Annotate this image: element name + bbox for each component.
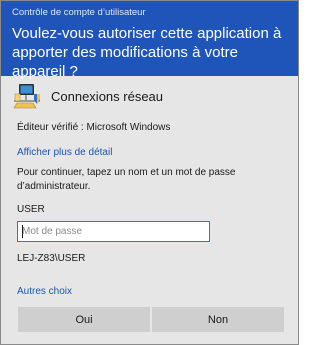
domain-user-label: LEJ-Z83\USER — [17, 253, 86, 264]
no-button[interactable]: Non — [152, 307, 284, 332]
yes-button[interactable]: Oui — [18, 307, 150, 332]
window-title: Contrôle de compte d’utilisateur — [12, 7, 146, 18]
publisher-info: Éditeur vérifié : Microsoft Windows — [17, 122, 171, 133]
show-details-link[interactable]: Afficher plus de détail — [17, 147, 112, 158]
uac-dialog: Contrôle de compte d’utilisateur Voulez-… — [0, 0, 299, 345]
text-caret — [22, 225, 23, 238]
user-name-label: USER — [17, 204, 45, 215]
network-connections-icon — [13, 82, 41, 110]
more-choices-link[interactable]: Autres choix — [17, 286, 72, 297]
instructions-text: Pour continuer, tapez un nom et un mot d… — [17, 167, 236, 192]
app-name: Connexions réseau — [51, 88, 164, 104]
password-input[interactable] — [17, 221, 210, 242]
dialog-header: Contrôle de compte d’utilisateur Voulez-… — [1, 1, 298, 80]
app-row: Connexions réseau — [13, 82, 163, 110]
uac-prompt: Voulez-vous autoriser cette application … — [12, 25, 282, 80]
